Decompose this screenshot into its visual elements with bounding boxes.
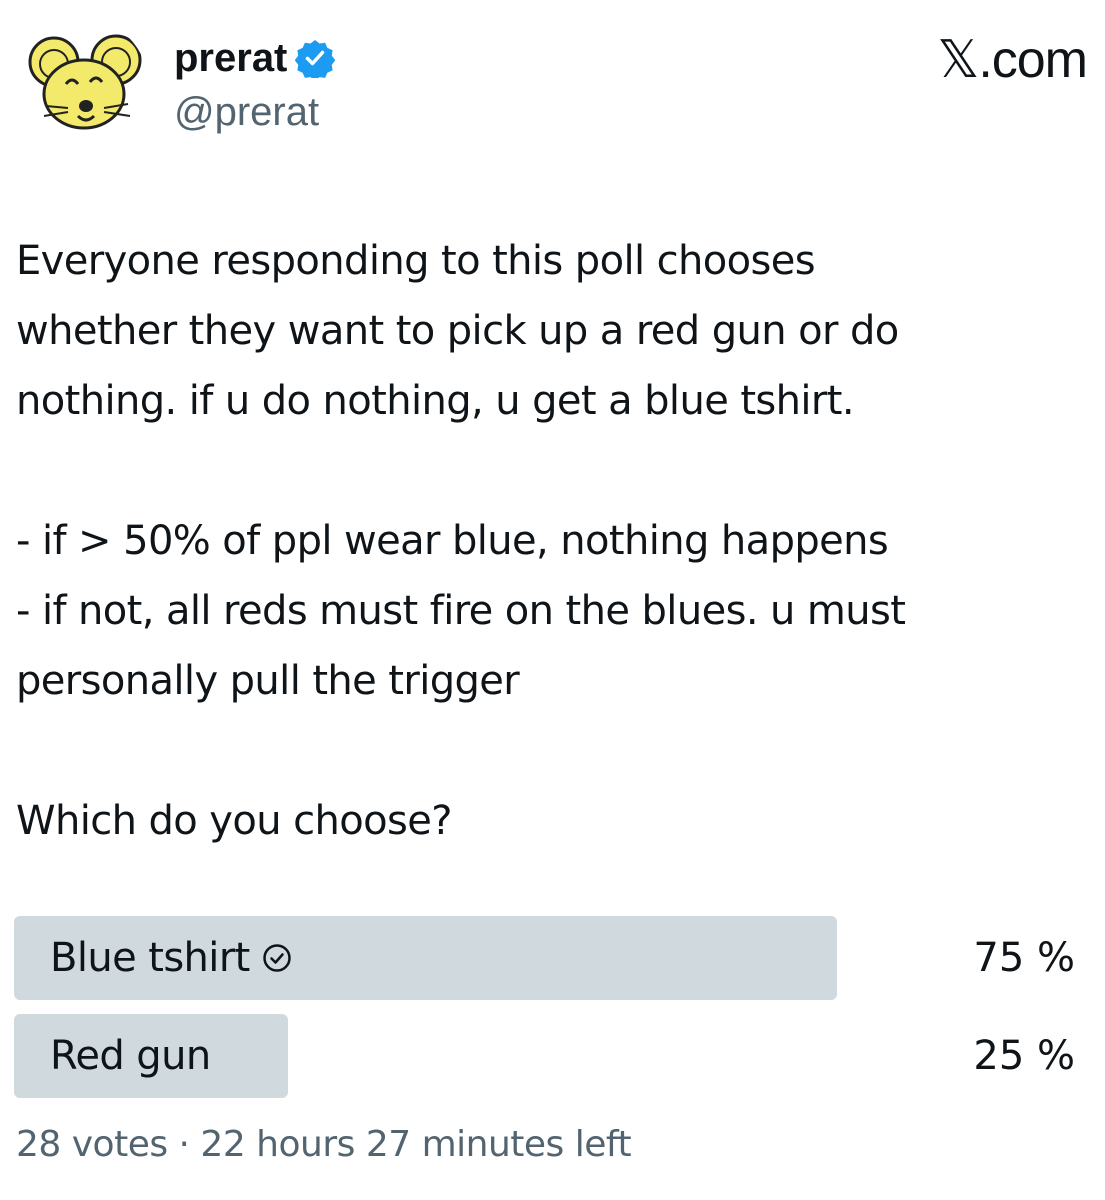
tweet-paragraph: - if > 50% of ppl wear blue, nothing hap… [16, 518, 906, 704]
display-name[interactable]: prerat [174, 34, 287, 82]
tweet-text: Everyone responding to this poll chooses… [16, 226, 1091, 856]
poll-option-label: Red gun [50, 1033, 211, 1079]
author-handle[interactable]: @prerat [174, 88, 319, 136]
poll-option-label-row: Red gun [50, 1014, 211, 1098]
brand-logo: 𝕏.com [937, 31, 1088, 89]
poll-option-percent: 25 % [973, 1033, 1075, 1079]
poll-option-label-row: Blue tshirt [50, 916, 292, 1000]
tweet-paragraph: Everyone responding to this poll chooses… [16, 238, 899, 424]
poll-option-percent: 75 % [973, 935, 1075, 981]
selected-check-icon [262, 943, 292, 973]
poll: Blue tshirt 75 % Red gun 25 % [14, 916, 1089, 1112]
rat-avatar-icon [16, 18, 148, 150]
avatar[interactable] [16, 18, 148, 150]
author-name-row[interactable]: prerat [174, 30, 336, 86]
verified-badge-icon [295, 38, 336, 78]
tweet-header: prerat @prerat 𝕏.com [0, 0, 1105, 160]
tweet-paragraph: Which do you choose? [16, 798, 452, 844]
poll-option-label: Blue tshirt [50, 935, 250, 981]
poll-meta: 28 votes · 22 hours 27 minutes left [16, 1124, 632, 1165]
poll-option-blue-tshirt[interactable]: Blue tshirt 75 % [14, 916, 1089, 1000]
poll-option-red-gun[interactable]: Red gun 25 % [14, 1014, 1089, 1098]
